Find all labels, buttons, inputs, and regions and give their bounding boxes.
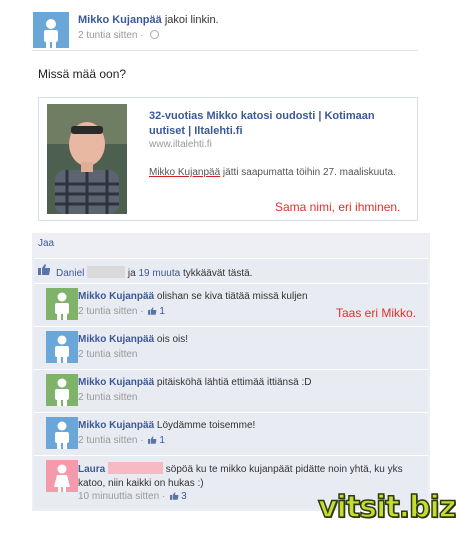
comment-text: Laura söpöä ku te mikko kujanpäät pidätt…: [78, 462, 423, 491]
post-time-text[interactable]: 2 tuntia sitten: [78, 30, 137, 41]
comment-text: Mikko Kujanpää pitäisköhä lähtiä ettimää…: [78, 376, 423, 390]
thumbs-up-icon: [38, 264, 50, 275]
comment-like-count[interactable]: 1: [159, 435, 165, 446]
comment-body: ois ois!: [154, 334, 189, 345]
thumbs-up-icon: [148, 436, 157, 444]
sep-dot: ·: [137, 435, 147, 446]
comment-time[interactable]: 10 minuuttia sitten: [78, 491, 159, 502]
comment-meta: 2 tuntia sitten: [78, 392, 137, 403]
likes-others-link[interactable]: 19 muuta: [138, 268, 180, 279]
likes-suffix: tykkäävät tästä.: [180, 268, 253, 279]
comment-author[interactable]: Mikko Kujanpää: [78, 420, 154, 431]
divider: [32, 50, 418, 51]
shared-link-card[interactable]: 32-vuotias Mikko katosi oudosti | Kotima…: [38, 97, 418, 221]
comment-body: olishan se kiva tiätää missä kuljen: [154, 291, 308, 302]
comment-meta: 2 tuntia sitten · 1: [78, 435, 165, 446]
liker-name[interactable]: Daniel: [56, 268, 84, 279]
commenter-avatar[interactable]: [46, 460, 78, 492]
person-silhouette-female-icon: [54, 464, 70, 492]
comment-text: Mikko Kujanpää ois ois!: [78, 333, 423, 347]
comment-item: Mikko Kujanpää ois ois! 2 tuntia sitten: [34, 326, 428, 369]
post-action-text: jakoi linkin.: [164, 14, 219, 26]
comment-item: Mikko Kujanpää olishan se kiva tiätää mi…: [34, 283, 428, 326]
comment-meta: 10 minuuttia sitten · 3: [78, 491, 187, 502]
person-silhouette-icon: [55, 378, 69, 406]
sep-dot: ·: [140, 30, 147, 41]
post-message: Missä mää oon?: [38, 67, 127, 81]
comment-author[interactable]: Mikko Kujanpää: [78, 334, 154, 345]
comment-time[interactable]: 2 tuntia sitten: [78, 306, 137, 317]
post-author-name[interactable]: Mikko Kujanpää: [78, 14, 162, 26]
person-silhouette-icon: [44, 19, 58, 48]
shared-link-thumbnail[interactable]: [47, 104, 127, 214]
commenter-avatar[interactable]: [46, 417, 78, 449]
comment-time[interactable]: 2 tuntia sitten: [78, 392, 137, 403]
annotation-another-mikko: Taas eri Mikko.: [336, 306, 417, 320]
comment-meta: 2 tuntia sitten: [78, 349, 137, 360]
comment-time[interactable]: 2 tuntia sitten: [78, 349, 137, 360]
likes-summary-row: Daniel ja 19 muuta tykkäävät tästä.: [34, 258, 428, 282]
comment-text: Mikko Kujanpää Löydämme toisemme!: [78, 419, 423, 433]
description-rest: jätti saapumatta töihin 27. maaliskuuta.: [220, 167, 396, 178]
comment-author[interactable]: Laura: [78, 464, 105, 475]
person-silhouette-icon: [55, 292, 69, 320]
sep-dot: ·: [137, 306, 147, 317]
post-timestamp: 2 tuntia sitten ·: [78, 30, 160, 41]
share-action-link[interactable]: Jaa: [38, 238, 54, 249]
annotation-same-name: Sama nimi, eri ihminen.: [275, 200, 401, 214]
highlighted-name: Mikko Kujanpää: [149, 167, 221, 178]
comment-meta: 2 tuntia sitten · 1: [78, 306, 165, 317]
man-photo-icon: [47, 104, 127, 214]
comment-author[interactable]: Mikko Kujanpää: [78, 291, 154, 302]
comment-like-count[interactable]: 1: [159, 306, 165, 317]
shared-link-description: Mikko Kujanpää jätti saapumatta töihin 2…: [149, 166, 411, 179]
comment-author[interactable]: Mikko Kujanpää: [78, 377, 154, 388]
redacted-name: [87, 266, 126, 278]
shared-link-title[interactable]: 32-vuotias Mikko katosi oudosti | Kotima…: [149, 109, 411, 139]
comment-text: Mikko Kujanpää olishan se kiva tiätää mi…: [78, 290, 423, 304]
commenter-avatar[interactable]: [46, 374, 78, 406]
globe-icon: [150, 30, 160, 39]
comment-body: Löydämme toisemme!: [154, 420, 256, 431]
likes-and: ja: [125, 268, 139, 279]
sep-dot: ·: [159, 491, 169, 502]
person-silhouette-icon: [55, 335, 69, 363]
watermark-logo: vitsit.biz: [317, 489, 457, 526]
post-header: Mikko Kujanpää jakoi linkin.: [78, 14, 219, 26]
likes-text: Daniel ja 19 muuta tykkäävät tästä.: [56, 266, 252, 279]
commenter-avatar[interactable]: [46, 288, 78, 320]
commenter-avatar[interactable]: [46, 331, 78, 363]
comment-time[interactable]: 2 tuntia sitten: [78, 435, 137, 446]
redacted-name: [108, 462, 164, 474]
shared-link-domain: www.iltalehti.fi: [149, 139, 212, 150]
thumbs-up-icon: [170, 492, 179, 500]
author-avatar[interactable]: [33, 12, 69, 48]
person-silhouette-icon: [55, 421, 69, 449]
comment-like-count[interactable]: 3: [181, 491, 187, 502]
comment-item: Mikko Kujanpää pitäisköhä lähtiä ettimää…: [34, 369, 428, 412]
comment-item: Mikko Kujanpää Löydämme toisemme! 2 tunt…: [34, 412, 428, 455]
comment-body: pitäisköhä lähtiä ettimää ittiänsä :D: [154, 377, 312, 388]
thumbs-up-icon: [148, 307, 157, 315]
